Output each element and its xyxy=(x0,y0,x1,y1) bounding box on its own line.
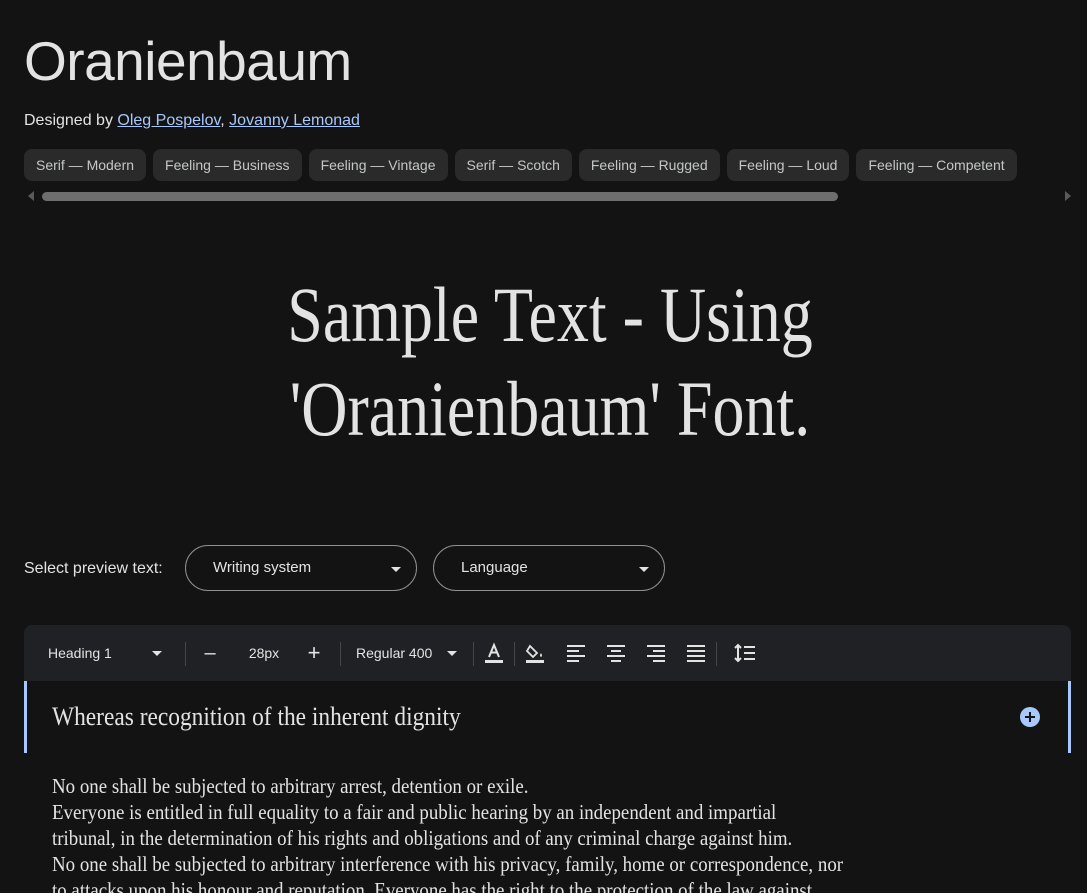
font-title: Oranienbaum xyxy=(24,30,352,92)
editor-heading-text[interactable]: Whereas recognition of the inherent dign… xyxy=(52,701,461,733)
align-left-icon[interactable] xyxy=(564,641,588,665)
sample-line-2: 'Oranienbaum' Font. xyxy=(289,365,811,452)
toolbar-divider xyxy=(514,642,515,666)
align-center-icon[interactable] xyxy=(604,641,628,665)
style-select-value: Heading 1 xyxy=(48,645,112,661)
align-right-icon[interactable] xyxy=(644,641,668,665)
tag-chip[interactable]: Feeling — Competent xyxy=(856,149,1017,181)
font-size-value[interactable]: 28px xyxy=(244,625,284,681)
style-select[interactable]: Heading 1 xyxy=(48,625,168,681)
sample-preview-text: Sample Text - Using 'Oranienbaum' Font. xyxy=(197,268,902,456)
scroll-right-icon[interactable] xyxy=(1065,191,1071,201)
body-line: to attacks upon his honour and reputatio… xyxy=(52,878,813,893)
font-specimen-page: Oranienbaum Designed by Oleg Pospelov, J… xyxy=(0,0,1087,893)
select-preview-label: Select preview text: xyxy=(24,560,163,577)
chevron-down-icon xyxy=(391,567,401,572)
chevron-down-icon xyxy=(447,651,457,656)
body-line: tribunal, in the determination of his ri… xyxy=(52,826,793,850)
tag-chip[interactable]: Serif — Modern xyxy=(24,149,147,181)
decrease-size-button[interactable]: – xyxy=(202,625,218,681)
chevron-down-icon xyxy=(152,651,162,656)
tag-chip[interactable]: Feeling — Business xyxy=(153,149,302,181)
designed-by-label: Designed by xyxy=(24,112,113,129)
weight-select-value: Regular 400 xyxy=(356,645,433,661)
designer-link-1[interactable]: Oleg Pospelov xyxy=(117,112,220,129)
toolbar-divider xyxy=(473,642,474,666)
increase-size-button[interactable]: + xyxy=(306,625,322,681)
writing-system-label: Writing system xyxy=(213,559,312,576)
scroll-thumb[interactable] xyxy=(42,192,838,201)
line-height-icon[interactable] xyxy=(733,641,757,665)
tag-list: Serif — Modern Feeling — Business Feeling … xyxy=(24,149,1067,181)
body-line: No one shall be subjected to arbitrary i… xyxy=(52,852,844,876)
chevron-down-icon xyxy=(639,567,649,572)
weight-select[interactable]: Regular 400 xyxy=(356,625,466,681)
designer-separator: , xyxy=(220,112,230,129)
writing-system-dropdown[interactable]: Writing system xyxy=(185,545,417,591)
tag-chip[interactable]: Feeling — Vintage xyxy=(308,149,448,181)
align-justify-icon[interactable] xyxy=(684,641,708,665)
editor-heading-block[interactable]: Whereas recognition of the inherent dign… xyxy=(24,681,1071,753)
tag-chip[interactable]: Feeling — Rugged xyxy=(578,149,720,181)
text-toolbar: Heading 1 – 28px + Regular 400 xyxy=(24,625,1071,681)
toolbar-divider xyxy=(185,642,186,666)
tag-chip[interactable]: Serif — Scotch xyxy=(454,149,572,181)
body-line: Everyone is entitled in full equality to… xyxy=(52,800,777,824)
editor-body-text[interactable]: No one shall be subjected to arbitrary a… xyxy=(52,773,952,893)
language-dropdown[interactable]: Language xyxy=(433,545,665,591)
designer-credits: Designed by Oleg Pospelov, Jovanny Lemon… xyxy=(24,110,360,132)
toolbar-divider xyxy=(716,642,717,666)
designer-link-2[interactable]: Jovanny Lemonad xyxy=(229,112,360,129)
scroll-left-icon[interactable] xyxy=(28,191,34,201)
language-label: Language xyxy=(461,559,528,576)
add-circle-icon[interactable] xyxy=(1020,707,1040,727)
tag-scrollbar[interactable] xyxy=(24,190,1071,202)
toolbar-divider xyxy=(340,642,341,666)
fill-color-icon[interactable] xyxy=(523,641,547,665)
sample-line-1: Sample Text - Using xyxy=(287,271,813,358)
text-color-icon[interactable] xyxy=(482,641,506,665)
tag-chip[interactable]: Feeling — Loud xyxy=(726,149,850,181)
body-line: No one shall be subjected to arbitrary a… xyxy=(52,774,529,798)
